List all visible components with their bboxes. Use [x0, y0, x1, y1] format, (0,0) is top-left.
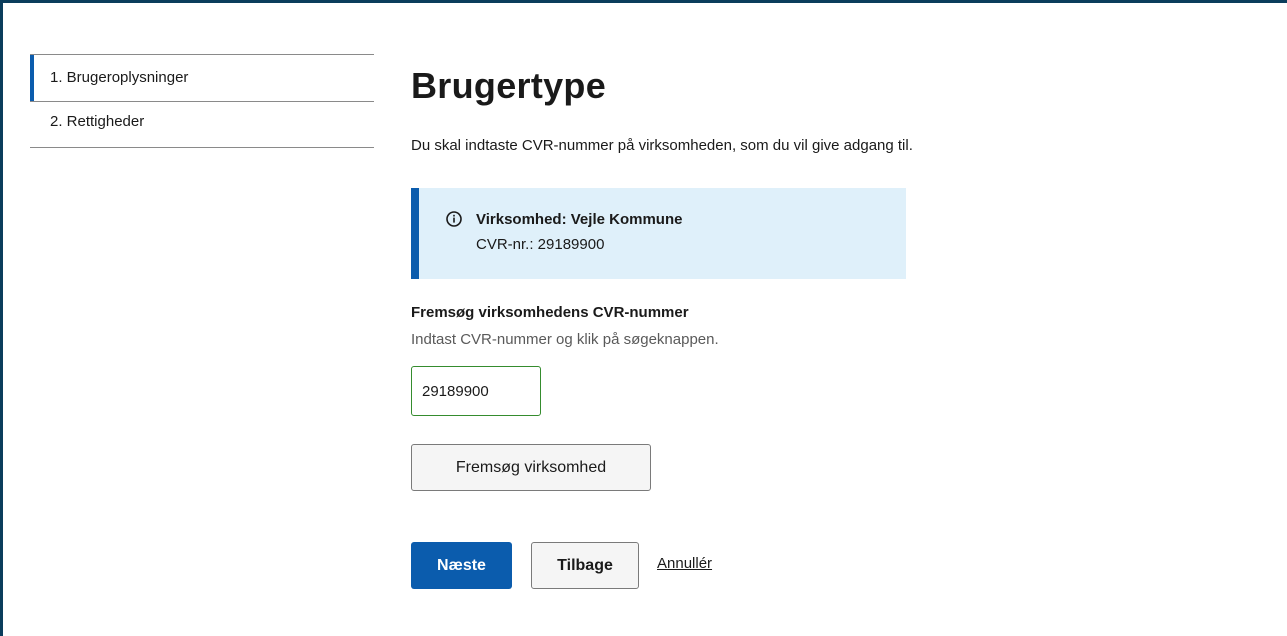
sidenav-item-brugeroplysninger[interactable]: 1. Brugeroplysninger	[30, 54, 374, 101]
back-button[interactable]: Tilbage	[531, 542, 639, 589]
alert-cvr-number: CVR-nr.: 29189900	[476, 236, 605, 253]
page-frame: 1. Brugeroplysninger 2. Rettigheder Brug…	[0, 0, 1287, 636]
cvr-field-label: Fremsøg virksomhedens CVR-nummer	[411, 304, 689, 321]
intro-text: Du skal indtaste CVR-nummer på virksomhe…	[411, 137, 913, 154]
cancel-link[interactable]: Annullér	[657, 555, 712, 572]
alert-title: Virksomhed: Vejle Kommune	[476, 211, 683, 228]
sidenav-item-rettigheder[interactable]: 2. Rettigheder	[30, 101, 374, 148]
sidenav-item-label: 1. Brugeroplysninger	[50, 69, 189, 86]
main-content: Brugertype Du skal indtaste CVR-nummer p…	[411, 61, 1271, 589]
cvr-input[interactable]	[411, 366, 541, 416]
info-icon	[446, 211, 462, 227]
search-company-button[interactable]: Fremsøg virksomhed	[411, 444, 651, 491]
company-info-alert: Virksomhed: Vejle Kommune CVR-nr.: 29189…	[411, 188, 906, 279]
sidenav-item-label: 2. Rettigheder	[50, 113, 145, 130]
next-button[interactable]: Næste	[411, 542, 512, 589]
page-title: Brugertype	[411, 65, 607, 106]
cvr-field-hint: Indtast CVR-nummer og klik på søgeknappe…	[411, 331, 719, 348]
side-navigation: 1. Brugeroplysninger 2. Rettigheder	[30, 54, 374, 148]
